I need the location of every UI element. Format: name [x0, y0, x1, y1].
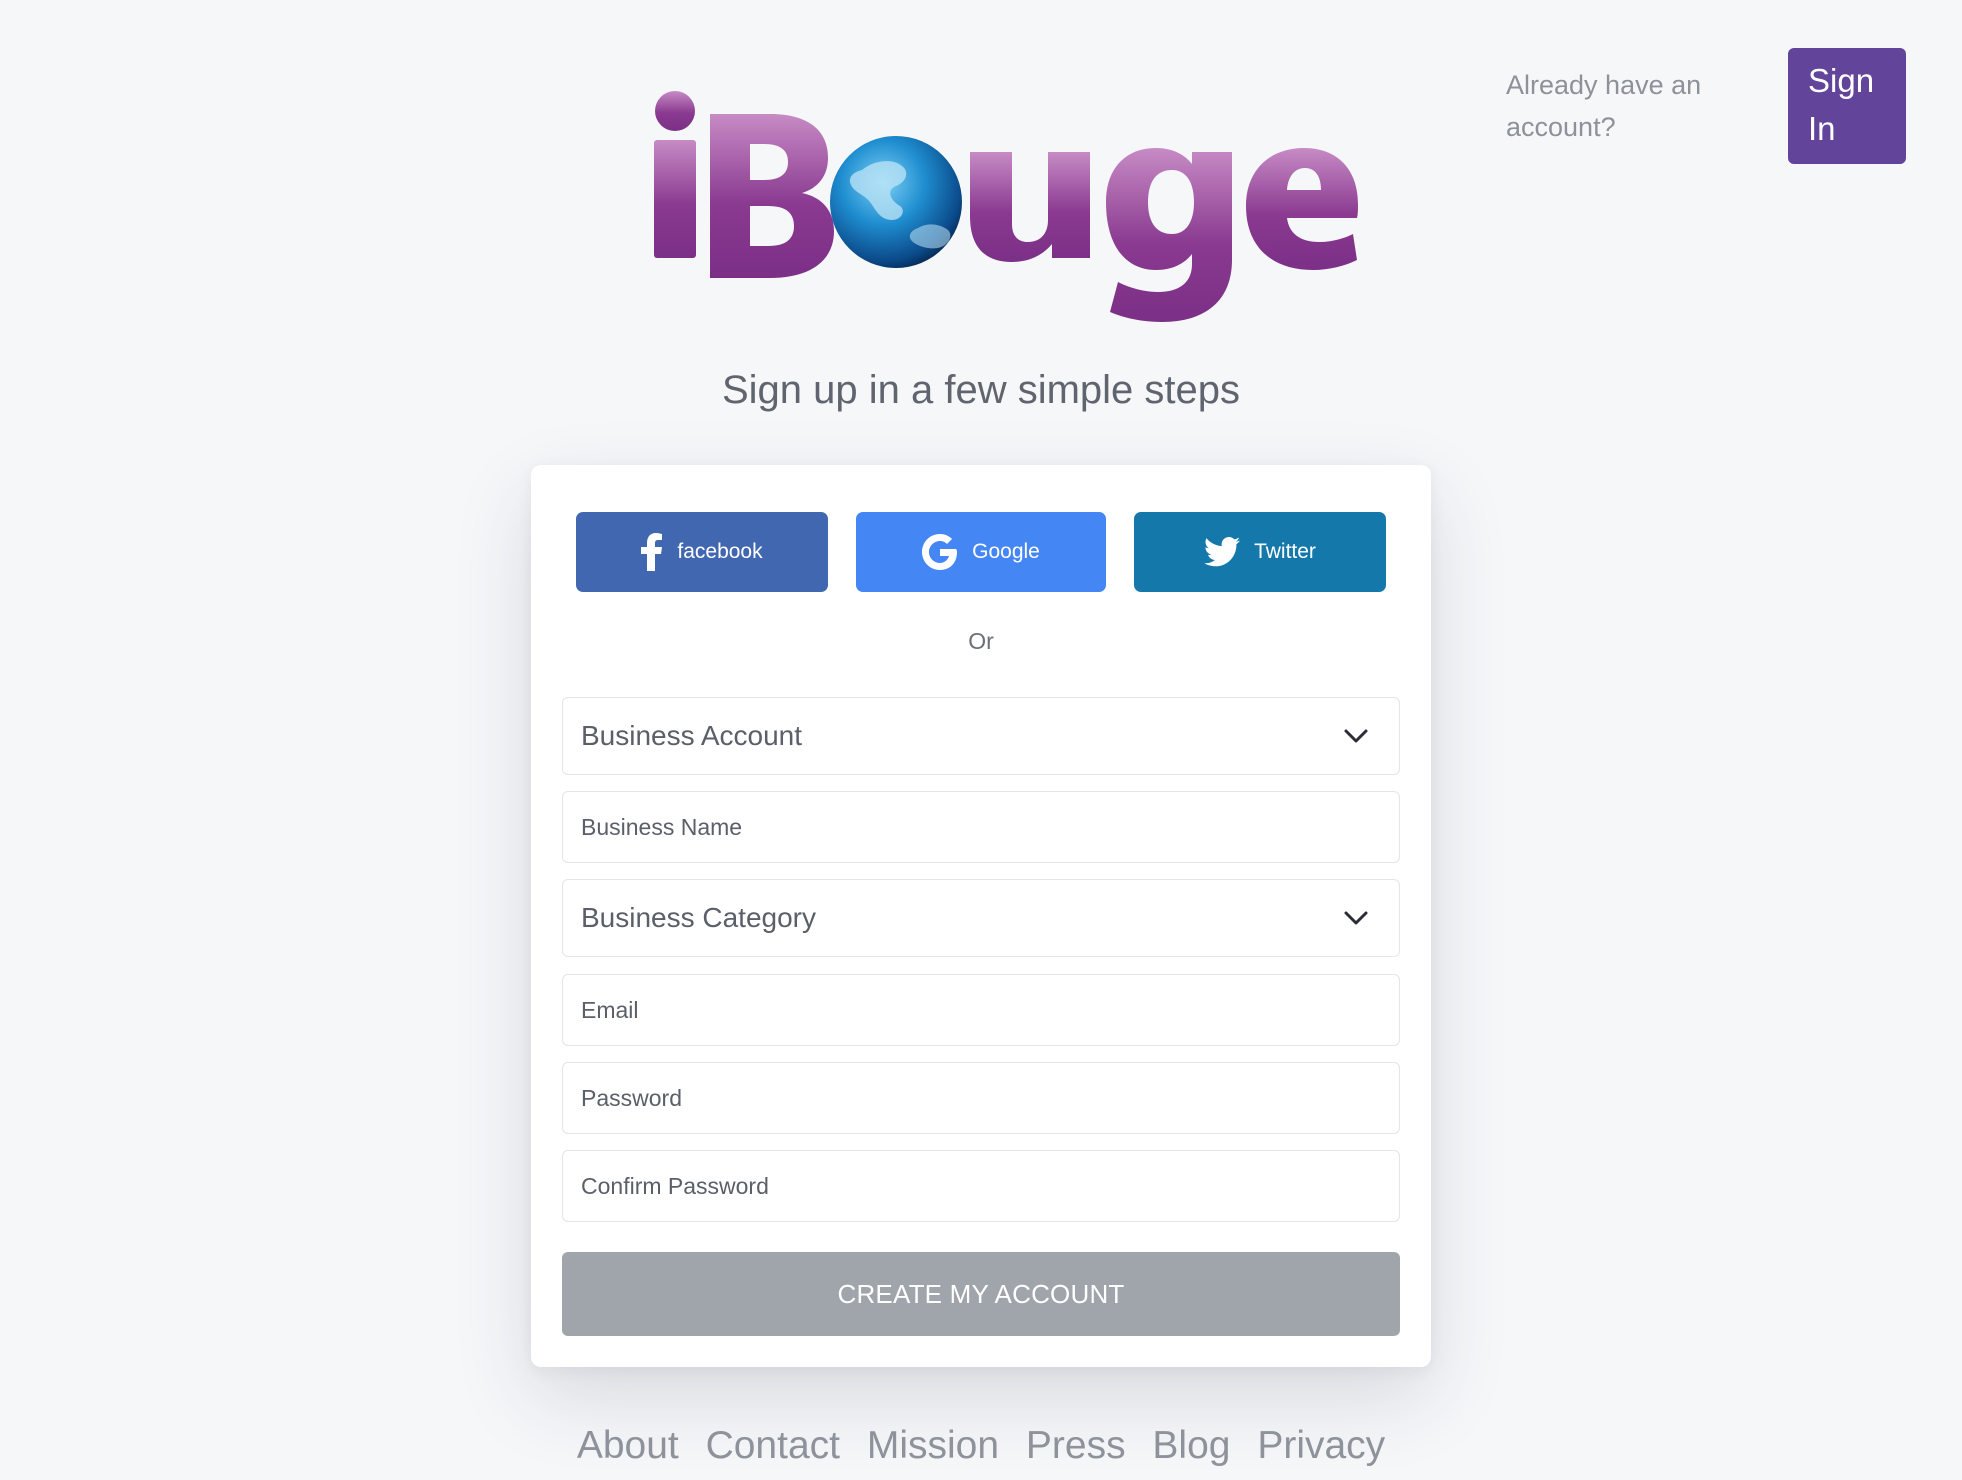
account-type-select[interactable]: Business Account — [562, 697, 1400, 775]
facebook-signup-button[interactable]: facebook — [576, 512, 828, 592]
password-input[interactable]: Password — [562, 1062, 1400, 1134]
google-label: Google — [972, 540, 1040, 563]
footer-link-mission[interactable]: Mission — [867, 1424, 999, 1467]
chevron-down-icon — [1344, 911, 1368, 925]
twitter-signup-button[interactable]: Twitter — [1134, 512, 1386, 592]
footer-links: About Contact Mission Press Blog Privacy — [0, 1424, 1962, 1468]
account-type-value: Business Account — [581, 720, 803, 751]
footer-link-press[interactable]: Press — [1026, 1424, 1126, 1467]
email-input[interactable]: Email — [562, 974, 1400, 1046]
email-placeholder: Email — [581, 996, 639, 1023]
chevron-down-icon — [1344, 729, 1368, 743]
or-divider-text: Or — [968, 628, 994, 654]
facebook-icon — [641, 533, 663, 571]
footer-link-privacy[interactable]: Privacy — [1257, 1424, 1385, 1467]
sign-in-button[interactable]: Sign In — [1788, 48, 1906, 164]
business-name-placeholder: Business Name — [581, 813, 743, 840]
globe-icon — [830, 136, 962, 268]
facebook-label: facebook — [677, 540, 763, 563]
google-icon — [922, 534, 958, 570]
footer-link-about[interactable]: About — [577, 1424, 679, 1467]
signup-card: facebook Google Twitter Or Business Acco… — [531, 465, 1431, 1367]
footer-link-blog[interactable]: Blog — [1152, 1424, 1230, 1467]
confirm-password-placeholder: Confirm Password — [581, 1172, 769, 1199]
password-placeholder: Password — [581, 1084, 682, 1111]
signup-page: Already have an account? Sign In Sign up… — [0, 0, 1962, 1480]
confirm-password-input[interactable]: Confirm Password — [562, 1150, 1400, 1222]
page-headline: Sign up in a few simple steps — [721, 368, 1241, 412]
footer-link-contact[interactable]: Contact — [706, 1424, 840, 1467]
twitter-label: Twitter — [1254, 540, 1316, 563]
business-category-select[interactable]: Business Category — [562, 879, 1400, 957]
business-category-value: Business Category — [581, 902, 817, 933]
create-account-button[interactable]: CREATE MY ACCOUNT — [562, 1252, 1400, 1336]
already-have-account-text: Already have an account? — [1506, 70, 1702, 142]
business-name-input[interactable]: Business Name — [562, 791, 1400, 863]
google-signup-button[interactable]: Google — [856, 512, 1106, 592]
twitter-icon — [1204, 537, 1241, 567]
ibouge-logo — [654, 91, 1358, 322]
